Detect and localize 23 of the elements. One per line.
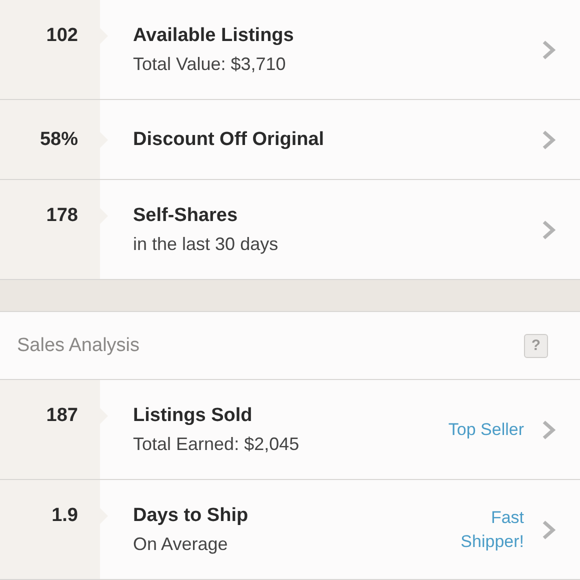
chevron-right-icon[interactable] <box>542 130 556 150</box>
stat-value: 178 <box>46 204 78 228</box>
chevron-right-icon[interactable] <box>542 420 556 440</box>
stat-title: Discount Off Original <box>133 128 326 152</box>
chevron-right-icon[interactable] <box>542 520 556 540</box>
section-title: Sales Analysis <box>17 334 140 356</box>
chevron-right-icon[interactable] <box>542 40 556 60</box>
help-button[interactable]: ? <box>524 334 548 358</box>
stat-value: 58% <box>40 128 78 152</box>
chevron-right-icon[interactable] <box>542 220 556 240</box>
stat-value: 187 <box>46 404 78 428</box>
stat-title: Listings Sold <box>133 404 254 428</box>
stat-subtitle: in the last 30 days <box>133 232 280 256</box>
stat-subtitle: On Average <box>133 532 229 556</box>
stat-title: Available Listings <box>133 24 295 48</box>
badge-text: Fast Shipper! <box>460 506 524 552</box>
stat-value: 102 <box>46 24 78 48</box>
stat-title: Self-Shares <box>133 204 239 228</box>
stat-subtitle: Total Value: $3,710 <box>133 52 287 76</box>
badge-text: Top Seller <box>448 418 524 440</box>
stat-value: 1.9 <box>52 504 78 528</box>
stat-subtitle: Total Earned: $2,045 <box>133 432 300 456</box>
stat-title: Days to Ship <box>133 504 250 528</box>
